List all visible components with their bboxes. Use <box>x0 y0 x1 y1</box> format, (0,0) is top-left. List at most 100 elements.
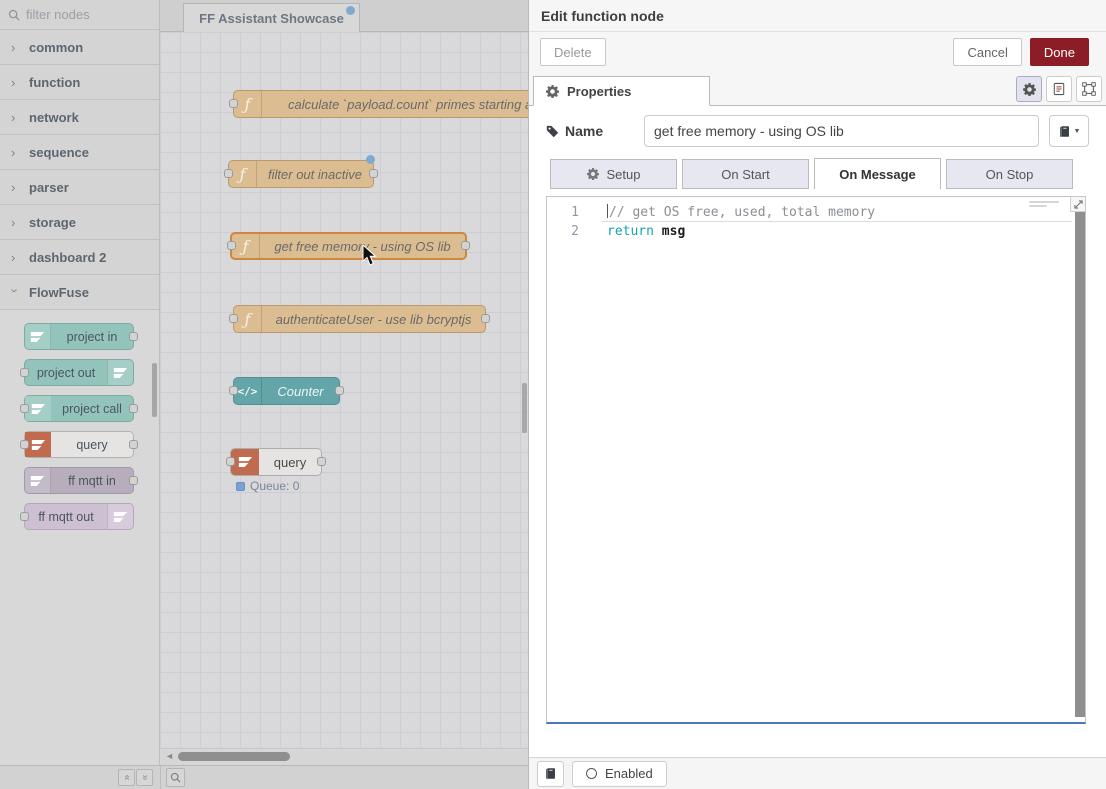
gear-icon <box>546 85 559 98</box>
function-icon: ƒ <box>229 161 257 187</box>
palette-category-sequence[interactable]: › sequence <box>0 135 159 170</box>
expand-editor-button[interactable] <box>1070 197 1085 212</box>
output-port[interactable] <box>129 404 138 413</box>
code-editor[interactable]: 1 2 // get OS free, used, total memory r… <box>546 196 1086 724</box>
tab-on-stop[interactable]: On Stop <box>946 159 1073 189</box>
tab-properties[interactable]: Properties <box>533 76 710 106</box>
canvas-vertical-scrollbar[interactable] <box>522 383 527 433</box>
palette-category-storage[interactable]: › storage <box>0 205 159 240</box>
output-port[interactable] <box>317 457 326 466</box>
selection-frame-icon <box>1082 82 1096 96</box>
palette-node-project-call[interactable]: project call <box>24 395 134 422</box>
tray-tab-icons <box>1016 76 1102 102</box>
palette-node-query[interactable]: query <box>24 431 134 458</box>
palette-category-network[interactable]: › network <box>0 100 159 135</box>
unsaved-changes-dot <box>346 6 355 15</box>
palette-node-ff-mqtt-in[interactable]: ff mqtt in <box>24 467 134 494</box>
delete-button[interactable]: Delete <box>540 38 606 66</box>
workspace-tabbar: FF Assistant Showcase <box>160 0 528 32</box>
palette-node-project-in[interactable]: project in <box>24 323 134 350</box>
zoom-search-button[interactable] <box>166 768 185 787</box>
output-port[interactable] <box>335 386 344 395</box>
output-port[interactable] <box>481 314 490 323</box>
tray-toolbar: Delete Cancel Done <box>529 32 1106 72</box>
palette-node-ff-mqtt-out[interactable]: ff mqtt out <box>24 503 134 530</box>
tab-label: On Message <box>839 167 916 182</box>
node-label: filter out inactive <box>257 161 373 187</box>
palette-scrollbar[interactable] <box>152 363 157 417</box>
filter-nodes-input[interactable] <box>26 7 151 22</box>
palette-search <box>0 0 159 30</box>
output-port[interactable] <box>369 169 378 178</box>
input-port[interactable] <box>229 99 238 108</box>
category-label: function <box>29 75 80 90</box>
description-icon-button[interactable] <box>1046 76 1072 102</box>
library-button[interactable]: ▼ <box>1049 115 1089 147</box>
flow-canvas: FF Assistant Showcase ƒ calculate `paylo… <box>160 0 528 765</box>
name-input[interactable] <box>644 115 1039 147</box>
code-text[interactable]: // get OS free, used, total memory retur… <box>607 203 1071 241</box>
output-port[interactable] <box>461 241 470 250</box>
line-number-gutter: 1 2 <box>547 197 595 722</box>
collapse-up-button[interactable]: « <box>118 769 135 786</box>
input-port[interactable] <box>226 457 235 466</box>
workspace-tab[interactable]: FF Assistant Showcase <box>183 3 360 32</box>
input-port[interactable] <box>229 386 238 395</box>
input-port[interactable] <box>224 169 233 178</box>
library-export-button[interactable] <box>537 761 564 787</box>
node-authenticate-user[interactable]: ƒ authenticateUser - use lib bcryptjs <box>233 305 486 333</box>
palette-category-parser[interactable]: › parser <box>0 170 159 205</box>
enabled-toggle-button[interactable]: Enabled <box>572 761 667 787</box>
node-get-free-memory[interactable]: ƒ get free memory - using OS lib <box>230 232 467 260</box>
scroll-left-arrow-icon[interactable]: ◄ <box>165 751 174 761</box>
output-port[interactable] <box>129 476 138 485</box>
scrollbar-thumb[interactable] <box>178 752 290 761</box>
node-filter-out-inactive[interactable]: ƒ filter out inactive <box>228 160 374 188</box>
output-port[interactable] <box>129 440 138 449</box>
palette-category-flowfuse[interactable]: › FlowFuse <box>0 275 159 310</box>
tab-on-start[interactable]: On Start <box>682 159 809 189</box>
palette-node-project-out[interactable]: project out <box>24 359 134 386</box>
input-port[interactable] <box>20 440 29 449</box>
chevron-right-icon: › <box>11 76 19 89</box>
palette-category-common[interactable]: › common <box>0 30 159 65</box>
status-text: Queue: 0 <box>250 479 299 493</box>
palette-category-dashboard2[interactable]: › dashboard 2 <box>0 240 159 275</box>
template-icon: </> <box>234 378 262 404</box>
double-chevron-up-icon: « <box>121 775 132 781</box>
properties-icon-button[interactable] <box>1016 76 1042 102</box>
input-port[interactable] <box>20 404 29 413</box>
output-port[interactable] <box>129 332 138 341</box>
palette-node-label: project call <box>51 402 133 416</box>
node-counter[interactable]: </> Counter <box>233 377 340 405</box>
appearance-icon-button[interactable] <box>1076 76 1102 102</box>
function-icon: ƒ <box>234 91 262 117</box>
canvas-horizontal-scrollbar[interactable]: ◄ <box>160 748 528 765</box>
category-label: sequence <box>29 145 89 160</box>
editor-scrollbar[interactable] <box>1075 212 1085 717</box>
function-tabs: Setup On Start On Message On Stop <box>550 158 1106 189</box>
enabled-label: Enabled <box>605 766 653 781</box>
tag-icon <box>546 125 559 138</box>
code-line-1: // get OS free, used, total memory <box>607 203 1071 222</box>
tab-on-message[interactable]: On Message <box>814 158 941 189</box>
edit-tray: Edit function node Delete Cancel Done Pr… <box>528 0 1106 789</box>
chevron-down-icon: › <box>9 288 22 296</box>
palette-category-function[interactable]: › function <box>0 65 159 100</box>
function-icon: ƒ <box>234 306 262 332</box>
done-button[interactable]: Done <box>1030 38 1089 66</box>
tab-setup[interactable]: Setup <box>550 159 677 189</box>
category-label: parser <box>29 180 69 195</box>
input-port[interactable] <box>227 241 236 250</box>
category-label: network <box>29 110 79 125</box>
input-port[interactable] <box>20 368 29 377</box>
flow-grid[interactable]: ƒ calculate `payload.count` primes start… <box>160 32 528 748</box>
collapse-down-button[interactable]: » <box>136 769 153 786</box>
magnifier-icon <box>170 772 181 783</box>
node-calculate-primes[interactable]: ƒ calculate `payload.count` primes start… <box>233 90 528 118</box>
category-label: storage <box>29 215 76 230</box>
input-port[interactable] <box>229 314 238 323</box>
cancel-button[interactable]: Cancel <box>953 38 1021 66</box>
input-port[interactable] <box>20 512 29 521</box>
node-query[interactable]: query <box>230 448 322 476</box>
